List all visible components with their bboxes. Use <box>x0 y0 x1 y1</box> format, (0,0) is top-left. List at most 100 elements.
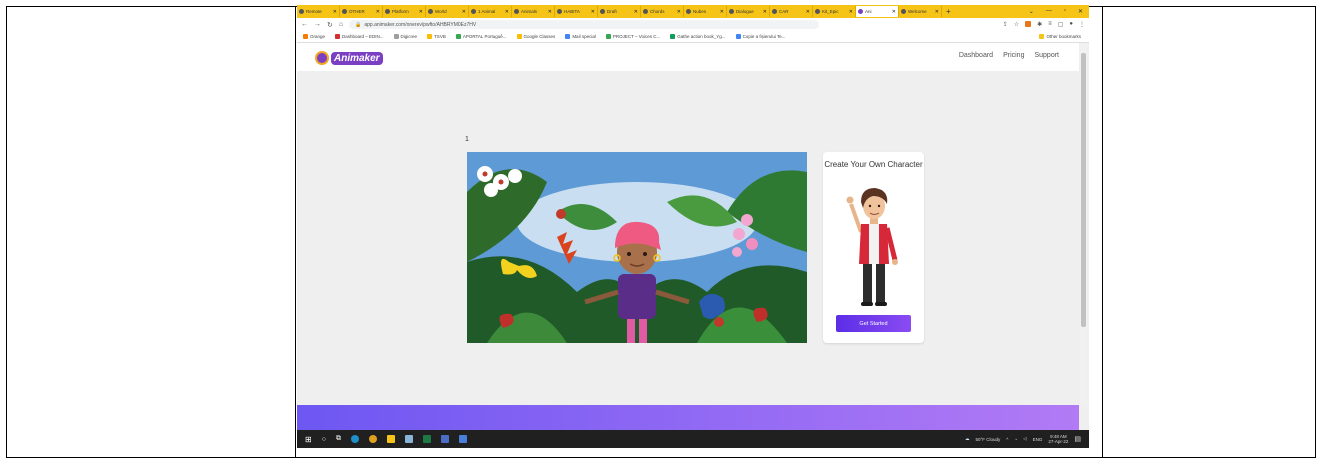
photos-icon[interactable] <box>404 435 413 443</box>
back-icon[interactable]: ← <box>301 21 308 28</box>
bookmark-item[interactable]: Google Classes <box>516 34 555 39</box>
screenshot-frame: Remote ✕ OTHER ✕ Platform ✕ World ✕ 1 Animal… <box>297 5 1089 448</box>
browser-tab-active[interactable]: Ani ✕ <box>856 6 899 17</box>
teams-icon[interactable] <box>440 435 449 443</box>
nav-support[interactable]: Support <box>1034 52 1059 59</box>
browser-tab[interactable]: CAR ✕ <box>770 6 813 17</box>
browser-tab[interactable]: 1 Animal ✕ <box>469 6 512 17</box>
browser-tab[interactable]: OTHER ✕ <box>340 6 383 17</box>
profile-avatar[interactable]: ● <box>1069 21 1073 28</box>
bookmark-item[interactable]: PROJECT – Voices C... <box>605 34 660 39</box>
docs-icon[interactable] <box>458 435 467 443</box>
close-tab-icon[interactable]: ✕ <box>806 9 810 15</box>
maximize-icon[interactable]: ▫ <box>1064 8 1066 15</box>
bookmark-item[interactable]: Copie a fișierului Te... <box>735 34 786 39</box>
other-bookmarks[interactable]: Other bookmarks <box>1039 34 1089 39</box>
browser-tab[interactable]: Kit_Epic ✕ <box>813 6 856 17</box>
gradient-footer <box>297 405 1079 431</box>
reload-icon[interactable]: ↻ <box>327 21 333 29</box>
browser-tab[interactable]: Chords ✕ <box>641 6 684 17</box>
close-tab-icon[interactable]: ✕ <box>462 9 466 15</box>
chrome-icon[interactable] <box>368 435 377 443</box>
browser-tab[interactable]: Dialogue ✕ <box>727 6 770 17</box>
tab-favicon-icon <box>471 9 476 14</box>
browser-tab[interactable]: Nubes ✕ <box>684 6 727 17</box>
tray-chevron-icon[interactable]: ^ <box>1006 437 1008 442</box>
excel-icon[interactable] <box>422 435 431 443</box>
network-icon[interactable]: ◔ <box>1014 437 1017 442</box>
bookmark-item[interactable]: APORTAL Portuguê... <box>455 34 507 39</box>
browser-tab[interactable]: Animals ✕ <box>512 6 555 17</box>
tab-favicon-icon <box>643 9 648 14</box>
volume-icon[interactable]: ◁ <box>1023 436 1026 442</box>
close-tab-icon[interactable]: ✕ <box>333 9 337 15</box>
minimize-icon[interactable]: — <box>1046 8 1052 15</box>
close-tab-icon[interactable]: ✕ <box>376 9 380 15</box>
animaker-logo[interactable]: Animaker <box>315 51 383 65</box>
home-icon[interactable]: ⌂ <box>339 21 343 28</box>
bookmark-favicon-icon <box>565 34 571 39</box>
bookmark-item[interactable]: Mail special <box>565 34 596 39</box>
nav-dashboard[interactable]: Dashboard <box>959 52 993 59</box>
reading-list-icon[interactable]: ≡ <box>1048 21 1052 28</box>
search-icon[interactable]: ○ <box>322 436 326 443</box>
bookmark-favicon-icon <box>335 34 341 39</box>
menu-icon[interactable]: ⋮ <box>1079 21 1085 28</box>
edge-icon[interactable] <box>350 435 359 443</box>
nav-pricing[interactable]: Pricing <box>1003 52 1024 59</box>
task-view-icon[interactable]: ⧉ <box>336 435 341 443</box>
browser-tab[interactable]: HABITA ✕ <box>555 6 598 17</box>
close-tab-icon[interactable]: ✕ <box>935 9 939 15</box>
clock-date: 27-Apr-22 <box>1048 439 1069 444</box>
bookmark-item[interactable]: Digicree <box>393 34 417 39</box>
close-tab-icon[interactable]: ✕ <box>419 9 423 15</box>
close-tab-icon[interactable]: ✕ <box>505 9 509 15</box>
browser-tab[interactable]: Draft ✕ <box>598 6 641 17</box>
close-tab-icon[interactable]: ✕ <box>591 9 595 15</box>
tab-favicon-icon <box>514 9 519 14</box>
browser-tab[interactable]: World ✕ <box>426 6 469 17</box>
close-tab-icon[interactable]: ✕ <box>677 9 681 15</box>
clock[interactable]: 9:48 AM 27-Apr-22 <box>1048 434 1068 444</box>
new-tab-icon[interactable]: + <box>942 7 955 16</box>
browser-tab[interactable]: Remote ✕ <box>297 6 340 17</box>
page-scrollbar[interactable] <box>1080 43 1087 405</box>
slide-number: 1 <box>465 136 469 143</box>
weather-text[interactable]: 50°F Cloudy <box>975 437 1000 442</box>
get-started-button[interactable]: Get Started <box>836 315 911 332</box>
puzzle-icon[interactable]: ✱ <box>1037 21 1042 28</box>
language-indicator[interactable]: ENG <box>1033 437 1043 442</box>
tab-favicon-icon <box>342 9 347 14</box>
forward-icon[interactable]: → <box>314 21 321 28</box>
bookmark-item[interactable]: Orange <box>303 34 325 39</box>
close-tab-icon[interactable]: ✕ <box>849 9 853 15</box>
close-tab-icon[interactable]: ✕ <box>892 9 896 15</box>
browser-tab-strip: Remote ✕ OTHER ✕ Platform ✕ World ✕ 1 Animal… <box>297 5 1089 18</box>
bookmarks-bar: Orange Dashboard – EDIN... Digicree TSVB… <box>297 31 1089 43</box>
close-tab-icon[interactable]: ✕ <box>548 9 552 15</box>
close-tab-icon[interactable]: ✕ <box>720 9 724 15</box>
notification-icon[interactable]: ▤ <box>1074 435 1081 443</box>
app-header: Animaker Dashboard Pricing Support <box>297 43 1079 71</box>
close-tab-icon[interactable]: ✕ <box>763 9 767 15</box>
bookmark-item[interactable]: TSVB <box>427 34 446 39</box>
browser-tab[interactable]: Platform ✕ <box>383 6 426 17</box>
extension-icon[interactable] <box>1025 21 1032 27</box>
bookmark-item[interactable]: Dashboard – EDIN... <box>335 34 384 39</box>
bookmark-favicon-icon <box>605 34 611 39</box>
sidebar-icon[interactable]: ▢ <box>1058 21 1064 28</box>
windows-start-icon[interactable]: ⊞ <box>305 435 312 444</box>
file-explorer-icon[interactable] <box>386 435 395 443</box>
star-icon[interactable]: ☆ <box>1014 21 1019 28</box>
address-bar[interactable]: 🔒 app.animaker.com/onerev/pwfto/AHBRYM0E… <box>349 20 820 29</box>
share-icon[interactable]: ⇪ <box>1003 21 1008 28</box>
table-divider-left <box>295 7 296 457</box>
close-tab-icon[interactable]: ✕ <box>634 9 638 15</box>
jungle-scene-preview[interactable] <box>467 152 807 343</box>
close-window-icon[interactable]: ✕ <box>1078 8 1083 15</box>
browser-tab[interactable]: Welcome ✕ <box>899 6 942 17</box>
bookmark-item[interactable]: Gathe action book_Yg... <box>670 34 726 39</box>
scrollbar-thumb[interactable] <box>1081 53 1086 327</box>
lock-icon: 🔒 <box>355 21 362 28</box>
chevron-down-icon[interactable]: ⌄ <box>1029 8 1034 15</box>
